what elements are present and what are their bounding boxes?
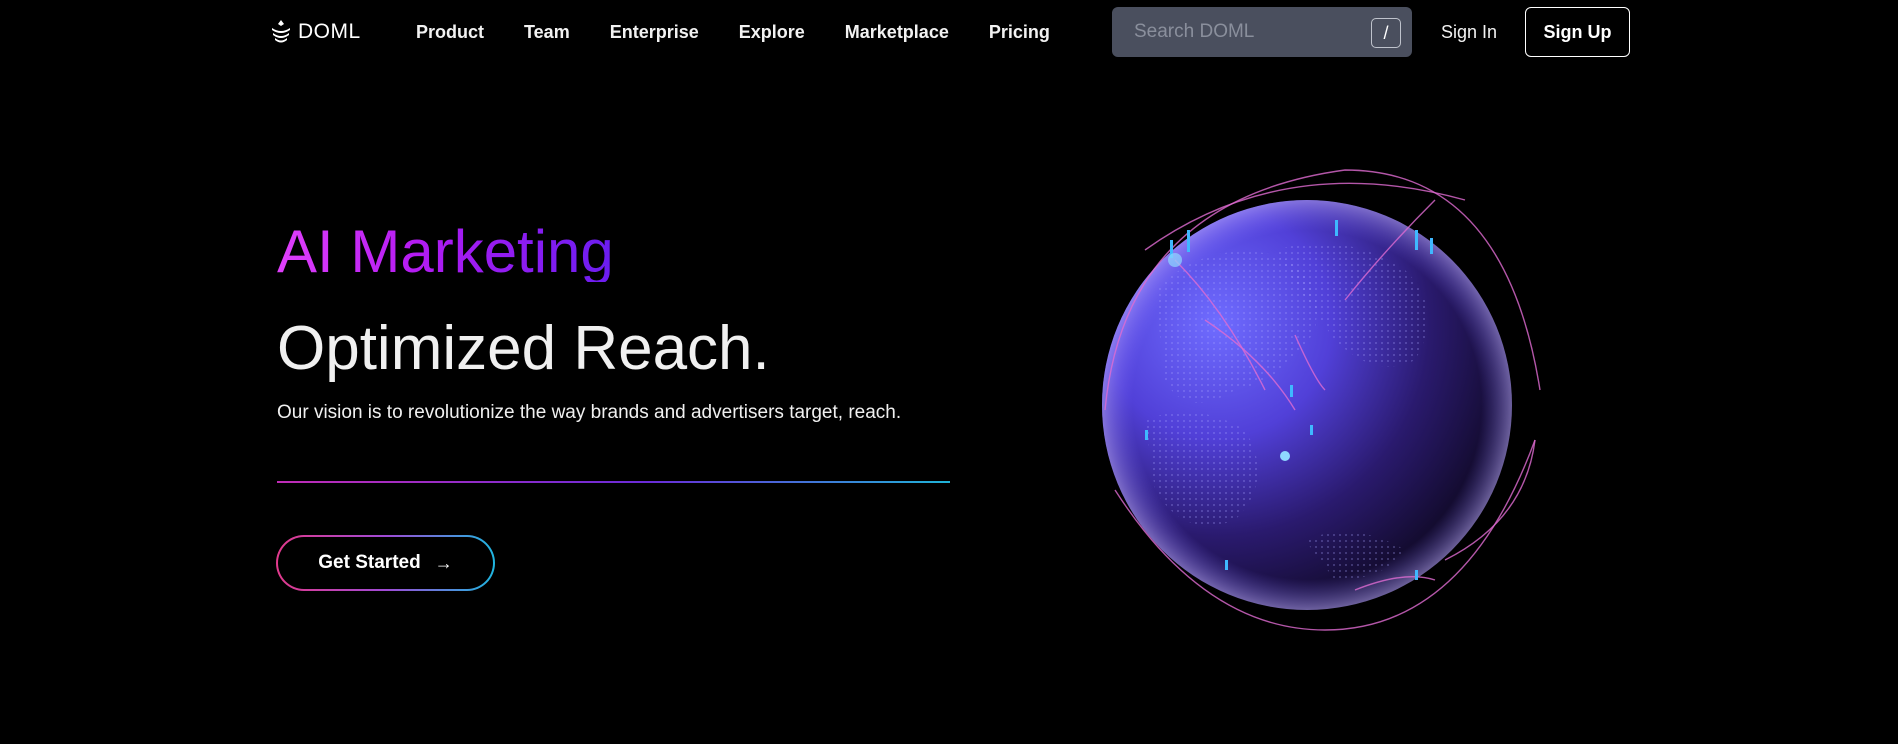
get-started-button[interactable]: Get Started → — [276, 535, 495, 591]
nav-links: Product Team Enterprise Explore Marketpl… — [416, 22, 1090, 43]
nav-link-explore[interactable]: Explore — [739, 22, 805, 43]
nav-link-enterprise[interactable]: Enterprise — [610, 22, 699, 43]
hero-subtext: Our vision is to revolutionize the way b… — [277, 402, 902, 423]
get-started-label: Get Started — [318, 552, 421, 573]
nav-link-marketplace[interactable]: Marketplace — [845, 22, 949, 43]
globe-illustration — [1102, 169, 1541, 631]
logo[interactable]: DOML — [270, 18, 361, 46]
search-box[interactable]: / — [1112, 7, 1412, 57]
get-started-button-inner[interactable]: Get Started → — [278, 537, 493, 589]
logo-text: DOML — [298, 20, 361, 43]
nav-link-pricing[interactable]: Pricing — [989, 22, 1050, 43]
search-shortcut-key: / — [1371, 18, 1401, 48]
nav-link-product[interactable]: Product — [416, 22, 484, 43]
gradient-divider — [277, 481, 950, 483]
arrow-right-icon: → — [434, 552, 453, 573]
search-input[interactable] — [1112, 21, 1352, 43]
sign-up-button[interactable]: Sign Up — [1525, 7, 1630, 57]
sign-in-link[interactable]: Sign In — [1441, 22, 1497, 43]
hero-headline: Optimized Reach. — [277, 314, 770, 383]
logo-icon — [272, 20, 290, 43]
globe-sphere — [1102, 200, 1512, 610]
nav-link-team[interactable]: Team — [524, 22, 570, 43]
hero-eyebrow: AI Marketing — [277, 218, 614, 285]
top-navigation: DOML Product Team Enterprise Explore Mar… — [0, 0, 1898, 66]
